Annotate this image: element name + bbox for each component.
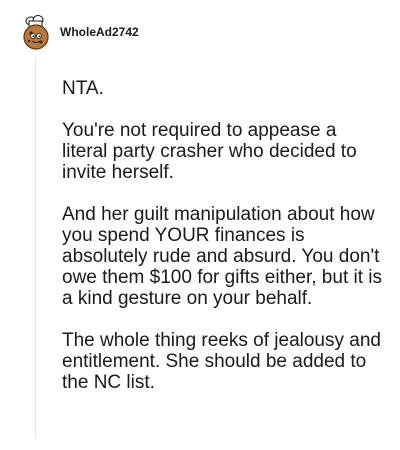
user-avatar-icon[interactable]	[20, 15, 52, 51]
thread-line[interactable]	[35, 58, 36, 438]
comment-body: NTA. You're not required to appease a li…	[62, 78, 384, 414]
comment-header: WholeAd2742	[20, 14, 139, 52]
comment-card: WholeAd2742 NTA. You're not required to …	[0, 0, 400, 450]
comment-paragraph: NTA.	[62, 78, 104, 99]
comment-paragraph: You're not required to appease a literal…	[62, 120, 357, 183]
comment-paragraph: The whole thing reeks of jealousy and en…	[62, 330, 381, 393]
comment-paragraph: And her guilt manipulation about how you…	[62, 204, 383, 309]
comment-author[interactable]: WholeAd2742	[60, 25, 139, 39]
